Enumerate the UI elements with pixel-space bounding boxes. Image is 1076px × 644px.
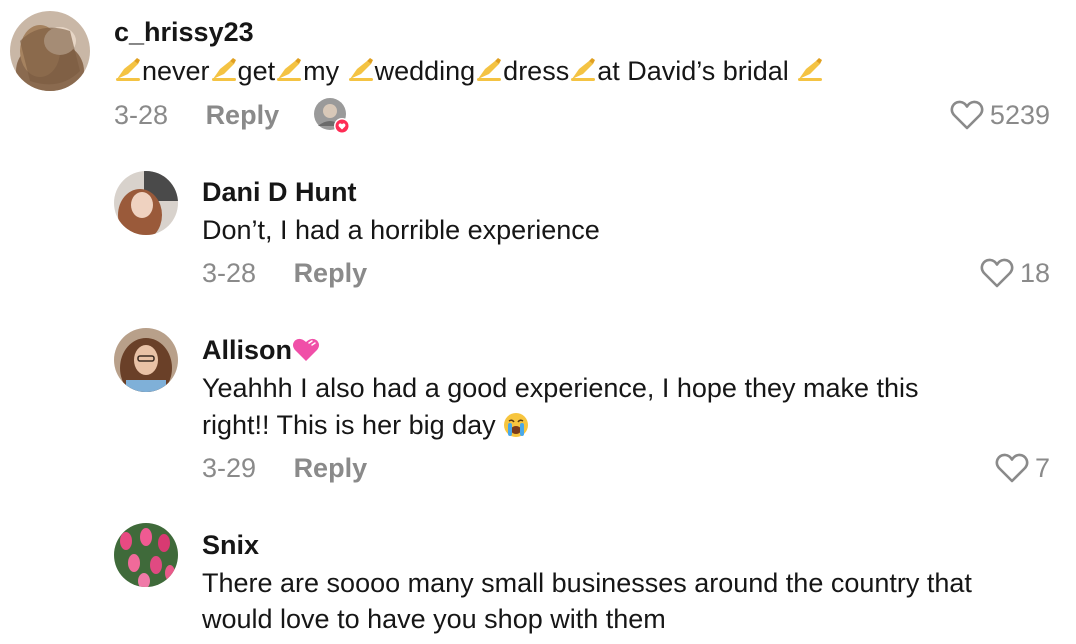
reply-button[interactable]: Reply bbox=[294, 453, 368, 483]
heart-outline-icon bbox=[995, 453, 1029, 483]
comment-text: Don’t, I had a horrible experience bbox=[202, 215, 600, 245]
comment-username[interactable]: Snix bbox=[202, 529, 259, 561]
comment-date: 3-28 bbox=[202, 258, 257, 288]
comment-username[interactable]: Dani D Hunt bbox=[202, 176, 357, 208]
like-count: 18 bbox=[1019, 258, 1050, 288]
heart-outline-icon bbox=[980, 258, 1014, 288]
comment-username[interactable]: c_hrissy23 bbox=[114, 16, 254, 48]
heart-outline-icon bbox=[950, 100, 984, 130]
comment-text-line: Yeahhh I also had a good experience, I h… bbox=[202, 373, 919, 403]
like-button[interactable]: 5239 bbox=[950, 99, 1050, 131]
comment-text-line: right!! This is her big day bbox=[202, 407, 529, 444]
comment-meta: 3-29 Reply bbox=[202, 452, 367, 484]
comment-username[interactable]: Allison bbox=[202, 334, 320, 366]
like-button[interactable]: 7 bbox=[995, 452, 1050, 484]
reply-button[interactable]: Reply bbox=[294, 258, 368, 288]
writing-hand-emoji-icon bbox=[211, 58, 236, 81]
comment-date: 3-29 bbox=[202, 453, 257, 483]
writing-hand-emoji-icon bbox=[277, 58, 302, 81]
writing-hand-emoji-icon bbox=[348, 58, 373, 81]
comment-text-line-2: right!! This is her big day bbox=[202, 410, 504, 440]
writing-hand-emoji-icon bbox=[116, 58, 140, 81]
avatar[interactable] bbox=[114, 171, 178, 235]
avatar[interactable] bbox=[114, 523, 178, 587]
comment-text-segment: get bbox=[237, 56, 276, 86]
writing-hand-emoji-icon bbox=[571, 58, 596, 81]
comment-text-segment: wedding bbox=[374, 56, 476, 86]
comment-text-segment: my bbox=[303, 56, 347, 86]
like-count: 7 bbox=[1034, 453, 1050, 483]
creator-liked-avatar-icon bbox=[314, 98, 350, 134]
comment-meta: 3-28 Reply bbox=[114, 99, 279, 131]
reply-button[interactable]: Reply bbox=[206, 100, 280, 130]
avatar[interactable] bbox=[114, 328, 178, 392]
comment-date: 3-28 bbox=[114, 100, 169, 130]
avatar[interactable] bbox=[10, 11, 90, 91]
comment-text-segment: never bbox=[142, 56, 210, 86]
comment-text-segment: at David’s bridal bbox=[597, 56, 797, 86]
comment-text: never get my wedding dress at David’s bridal bbox=[114, 53, 824, 90]
writing-hand-emoji-icon bbox=[477, 58, 502, 81]
pink-heart-emoji-icon bbox=[293, 338, 320, 361]
comment-text-segment: dress bbox=[503, 56, 570, 86]
comment-meta: 3-28 Reply bbox=[202, 257, 367, 289]
like-button[interactable]: 18 bbox=[980, 257, 1050, 289]
username-text: Allison bbox=[202, 335, 293, 365]
comment-text-line: would love to have you shop with them bbox=[202, 604, 666, 634]
comment-text-line: There are soooo many small businesses ar… bbox=[202, 568, 972, 598]
writing-hand-emoji-icon bbox=[798, 58, 823, 81]
like-count: 5239 bbox=[989, 100, 1050, 130]
loudly-crying-face-icon bbox=[504, 413, 529, 437]
